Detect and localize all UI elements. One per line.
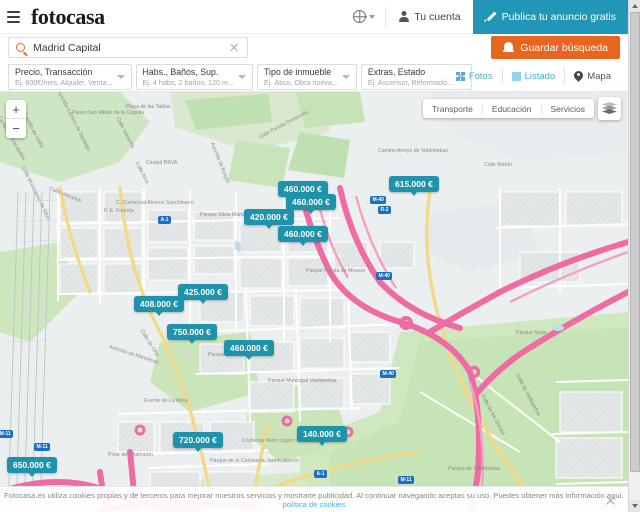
price-marker[interactable]: 460.000 € [278, 226, 328, 246]
search-box[interactable] [8, 37, 248, 58]
cookie-message: Fotocasa.es utiliza cookies propias y de… [4, 490, 624, 500]
layer-tab-educacion[interactable]: Educación [481, 103, 541, 114]
search-input[interactable] [33, 41, 226, 54]
map-canvas[interactable]: + − Transporte Educación Servicios Calle… [0, 92, 628, 512]
bell-icon [503, 42, 515, 53]
filter-row: Precio, Transacción Ej. 600€/mes, Alquil… [0, 62, 628, 92]
filter-hint: Ej. 4 habs, 2 baños, 120 m... [142, 78, 235, 87]
map-layers-button[interactable] [598, 97, 621, 120]
search-row: Guardar búsqueda [0, 34, 628, 62]
save-search-button[interactable]: Guardar búsqueda [491, 36, 620, 59]
grid-icon [455, 71, 465, 81]
price-marker[interactable]: 460.000 € [286, 194, 336, 214]
layers-icon [602, 102, 617, 115]
globe-icon [353, 10, 367, 23]
chevron-down-icon [369, 14, 376, 19]
filter-title: Tipo de inmueble [264, 67, 332, 77]
view-mode-mapa[interactable]: Mapa [564, 69, 620, 83]
filter-hint: Ej. 600€/mes, Alquiler, Venta... [15, 78, 113, 87]
clear-search-icon[interactable] [226, 40, 242, 56]
price-marker[interactable]: 650.000 € [7, 457, 57, 477]
account-button[interactable]: Tu cuenta [386, 11, 472, 23]
map-tiles [0, 92, 628, 512]
list-icon [511, 71, 521, 81]
close-icon[interactable] [605, 495, 616, 506]
chevron-down-icon [341, 75, 350, 79]
page-scrollbar[interactable] [628, 0, 640, 512]
cookie-consent-bar: Fotocasa.es utiliza cookies propias y de… [0, 486, 628, 512]
view-mode-fotos[interactable]: Fotos [447, 69, 502, 83]
price-marker[interactable]: 140.000 € [297, 426, 347, 446]
price-marker[interactable]: 720.000 € [173, 432, 223, 452]
filter-title: Habs., Baños, Sup. [142, 67, 219, 77]
zoom-in-button[interactable]: + [6, 100, 26, 119]
publish-label: Publica tu anuncio gratis [501, 10, 616, 23]
language-selector[interactable] [343, 6, 387, 27]
hamburger-icon[interactable] [7, 10, 29, 23]
view-mode-label: Listado [524, 70, 556, 82]
scroll-up-button[interactable] [629, 0, 640, 12]
chevron-down-icon [116, 75, 125, 79]
zoom-out-button[interactable]: − [6, 119, 26, 138]
view-mode-label: Mapa [587, 70, 611, 82]
price-marker[interactable]: 420.000 € [244, 209, 294, 229]
brand-logo[interactable]: fotocasa [31, 5, 105, 28]
cookie-policy-link[interactable]: política de cookies [283, 500, 345, 509]
chevron-down-icon [238, 75, 246, 79]
account-label: Tu cuenta [414, 10, 461, 23]
view-mode-label: Fotos [468, 70, 493, 82]
price-marker[interactable]: 750.000 € [167, 324, 217, 344]
map-zoom-control: + − [6, 100, 26, 138]
filter-tipo-de-inmueble[interactable]: Tipo de inmueble Ej. Ático, Obra nueva..… [257, 64, 357, 90]
filter-habs-banos-sup[interactable]: Habs., Baños, Sup. Ej. 4 habs, 2 baños, … [135, 64, 253, 90]
price-marker[interactable]: 615.000 € [389, 176, 439, 196]
layer-tab-transporte[interactable]: Transporte [423, 104, 482, 114]
top-header-bar: fotocasa Tu cuenta Publica tu anuncio gr… [0, 0, 628, 34]
save-search-label: Guardar búsqueda [520, 41, 608, 54]
filter-precio-transaccion[interactable]: Precio, Transacción Ej. 600€/mes, Alquil… [8, 64, 132, 90]
scroll-down-button[interactable] [629, 500, 640, 512]
pencil-icon [485, 11, 496, 22]
search-icon [16, 43, 25, 52]
filter-title: Extras, Estado [367, 67, 426, 77]
map-layer-tabs: Transporte Educación Servicios [423, 99, 594, 118]
header-right-actions: Tu cuenta Publica tu anuncio gratis [343, 0, 628, 34]
filter-hint: Ej. Ático, Obra nueva... [264, 78, 338, 87]
layer-tab-servicios[interactable]: Servicios [540, 103, 594, 114]
price-marker[interactable]: 408.000 € [134, 296, 184, 316]
publish-ad-button[interactable]: Publica tu anuncio gratis [472, 0, 628, 34]
cookie-text: Fotocasa.es utiliza cookies propias y de… [0, 491, 628, 509]
view-mode-toggle: Fotos Listado Mapa [447, 69, 620, 83]
scrollbar-thumb[interactable] [630, 12, 640, 472]
person-icon [398, 11, 409, 23]
view-mode-listado[interactable]: Listado [501, 69, 565, 83]
price-marker[interactable]: 425.000 € [178, 284, 228, 304]
fotocasa-app: fotocasa Tu cuenta Publica tu anuncio gr… [0, 0, 640, 512]
price-marker[interactable]: 460.000 € [224, 340, 274, 360]
filter-title: Precio, Transacción [15, 67, 93, 77]
map-pin-icon [574, 71, 583, 82]
filter-hint: Ej. Ascensor, Reformado... [367, 78, 454, 87]
